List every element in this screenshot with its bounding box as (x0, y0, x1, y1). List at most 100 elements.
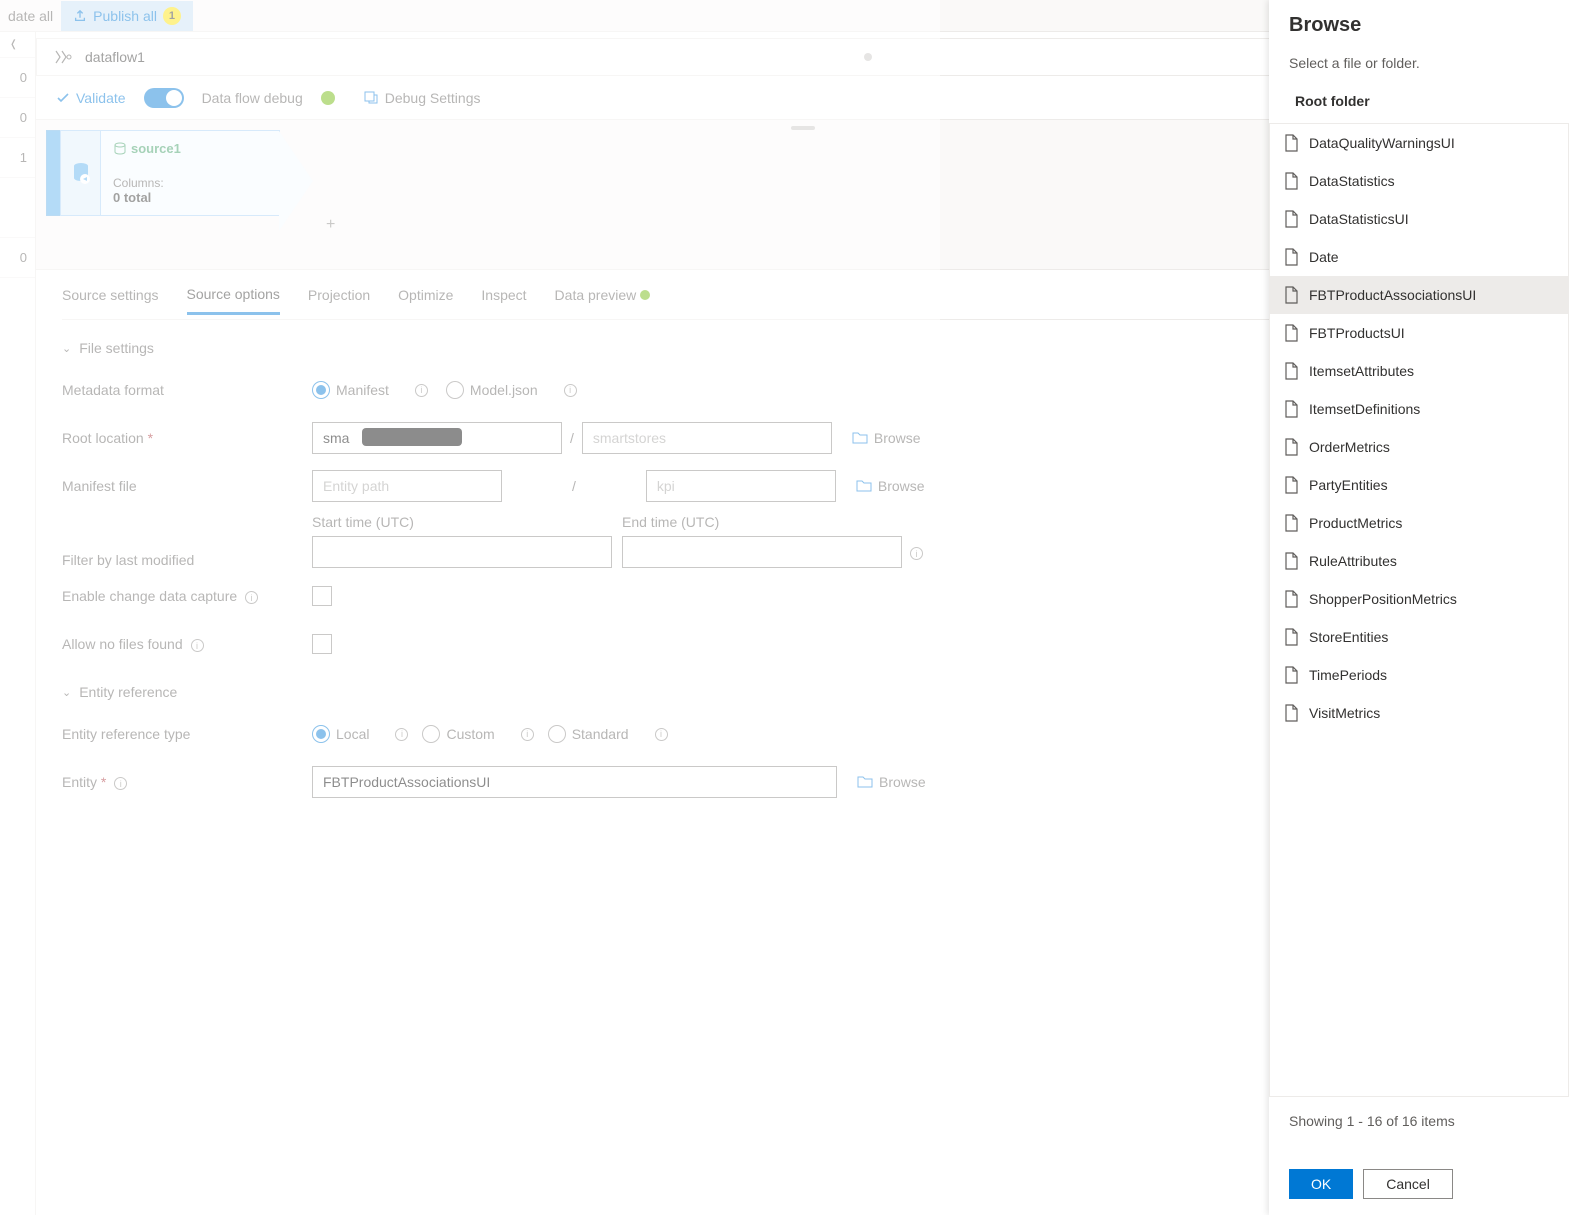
cancel-button[interactable]: Cancel (1363, 1169, 1453, 1199)
rail-count-1: 1 (0, 138, 35, 178)
validate-button[interactable]: Validate (56, 90, 126, 106)
debug-toggle[interactable] (144, 88, 184, 108)
file-icon (1284, 590, 1299, 608)
rail-collapse[interactable]: ❬ (0, 32, 35, 58)
filter-label: Filter by last modified (62, 552, 312, 568)
info-icon[interactable]: i (114, 777, 127, 790)
file-item[interactable]: StoreEntities (1270, 618, 1568, 656)
local-radio[interactable] (312, 725, 330, 743)
node-columns-label: Columns: (113, 176, 267, 190)
entity-ref-label: Entity reference (79, 684, 177, 700)
tab-projection[interactable]: Projection (308, 287, 370, 313)
metadata-format-label: Metadata format (62, 382, 312, 398)
file-icon (1284, 552, 1299, 570)
tab-source-settings[interactable]: Source settings (62, 287, 159, 313)
rail-spacer (0, 178, 35, 238)
file-item[interactable]: DataStatistics (1270, 162, 1568, 200)
info-icon[interactable]: i (191, 639, 204, 652)
file-item[interactable]: RuleAttributes (1270, 542, 1568, 580)
file-icon (1284, 210, 1299, 228)
entity-input[interactable] (312, 766, 837, 798)
file-item[interactable]: Date (1270, 238, 1568, 276)
add-node-button[interactable]: + (326, 216, 335, 234)
start-time-input[interactable] (312, 536, 612, 568)
showing-count: Showing 1 - 16 of 16 items (1289, 1113, 1549, 1129)
file-item[interactable]: ItemsetDefinitions (1270, 390, 1568, 428)
publish-label: Publish all (93, 8, 157, 24)
manifest-name-input[interactable] (646, 470, 836, 502)
upload-icon (73, 9, 87, 23)
file-icon (1284, 362, 1299, 380)
browse-entity-button[interactable]: Browse (857, 774, 926, 790)
file-item[interactable]: FBTProductsUI (1270, 314, 1568, 352)
file-icon (1284, 514, 1299, 532)
file-item[interactable]: ShopperPositionMetrics (1270, 580, 1568, 618)
allow-no-files-checkbox[interactable] (312, 634, 332, 654)
info-icon[interactable]: i (245, 591, 258, 604)
browse-panel: Browse Select a file or folder. Root fol… (1269, 0, 1569, 1215)
validate-all-label[interactable]: date all (0, 8, 61, 24)
folder-icon (852, 431, 868, 445)
tab-optimize[interactable]: Optimize (398, 287, 453, 313)
info-icon[interactable]: i (910, 547, 923, 560)
file-item[interactable]: DataStatisticsUI (1270, 200, 1568, 238)
validate-label: Validate (76, 90, 126, 106)
dirty-indicator (864, 53, 872, 61)
file-item[interactable]: DataQualityWarningsUI (1270, 124, 1568, 162)
publish-all-button[interactable]: Publish all 1 (61, 1, 193, 31)
debug-settings-label: Debug Settings (385, 90, 481, 106)
source-node[interactable]: source1 Columns: 0 total (46, 130, 280, 216)
folder-icon (856, 479, 872, 493)
panel-title: Browse (1289, 14, 1549, 37)
entity-path-input[interactable] (312, 470, 502, 502)
modeljson-radio-label: Model.json (470, 382, 538, 398)
root-folder-label: Root folder (1289, 93, 1549, 109)
info-icon[interactable]: i (521, 728, 534, 741)
file-item[interactable]: ProductMetrics (1270, 504, 1568, 542)
tab-inspect[interactable]: Inspect (481, 287, 526, 313)
file-item[interactable]: ItemsetAttributes (1270, 352, 1568, 390)
start-time-label: Start time (UTC) (312, 514, 612, 530)
db-icon (113, 142, 127, 156)
file-item[interactable]: VisitMetrics (1270, 694, 1568, 732)
resize-handle[interactable] (791, 126, 815, 130)
enable-cdc-checkbox[interactable] (312, 586, 332, 606)
file-item[interactable]: OrderMetrics (1270, 428, 1568, 466)
file-list[interactable]: DataQualityWarningsUIDataStatisticsDataS… (1269, 123, 1569, 1097)
manifest-radio-label: Manifest (336, 382, 389, 398)
file-item[interactable]: TimePeriods (1270, 656, 1568, 694)
debug-label: Data flow debug (202, 90, 303, 106)
tab-data-preview[interactable]: Data preview (555, 287, 651, 313)
file-icon (1284, 248, 1299, 266)
ok-button[interactable]: OK (1289, 1169, 1353, 1199)
file-icon (1284, 704, 1299, 722)
debug-settings-button[interactable]: Debug Settings (363, 90, 481, 106)
root-location-label: Root location * (62, 430, 312, 446)
file-icon (1284, 286, 1299, 304)
file-item[interactable]: PartyEntities (1270, 466, 1568, 504)
file-icon (1284, 134, 1299, 152)
standard-radio[interactable] (548, 725, 566, 743)
info-icon[interactable]: i (564, 384, 577, 397)
file-icon (1284, 400, 1299, 418)
info-icon[interactable]: i (415, 384, 428, 397)
end-time-label: End time (UTC) (622, 514, 902, 530)
browse-root-button[interactable]: Browse (852, 430, 921, 446)
standard-radio-label: Standard (572, 726, 629, 742)
info-icon[interactable]: i (395, 728, 408, 741)
publish-count-badge: 1 (163, 7, 181, 25)
modeljson-radio[interactable] (446, 381, 464, 399)
file-icon (1284, 438, 1299, 456)
file-icon (1284, 476, 1299, 494)
datasource-icon (71, 161, 91, 185)
end-time-input[interactable] (622, 536, 902, 568)
custom-radio[interactable] (422, 725, 440, 743)
dataflow-name: dataflow1 (85, 49, 145, 65)
root-folder-input[interactable] (582, 422, 832, 454)
manifest-radio[interactable] (312, 381, 330, 399)
info-icon[interactable]: i (655, 728, 668, 741)
tab-source-options[interactable]: Source options (187, 286, 280, 315)
file-item[interactable]: FBTProductAssociationsUI (1270, 276, 1568, 314)
entity-ref-type-label: Entity reference type (62, 726, 312, 742)
browse-manifest-button[interactable]: Browse (856, 478, 925, 494)
